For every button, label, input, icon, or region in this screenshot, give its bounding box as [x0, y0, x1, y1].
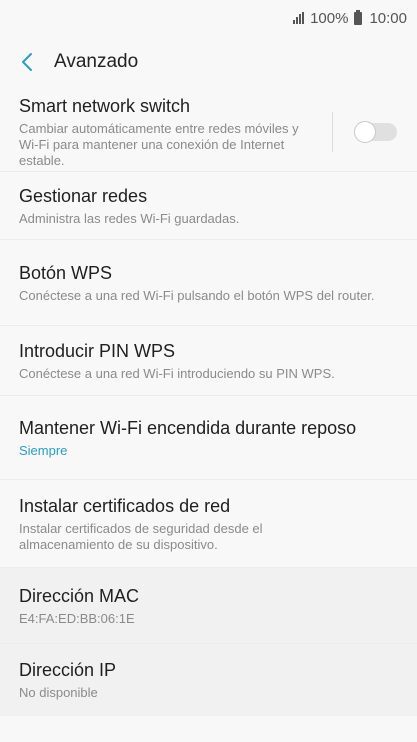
app-bar: Avanzado — [0, 36, 417, 88]
setting-direccion-ip: Dirección IP No disponible — [0, 644, 417, 716]
setting-text: Dirección MAC E4:FA:ED:BB:06:1E — [19, 585, 397, 627]
ip-address-value: No disponible — [19, 685, 98, 700]
toggle-wrap — [322, 111, 397, 152]
setting-text: Gestionar redes Administra las redes Wi-… — [19, 185, 397, 227]
setting-subtitle: Cambiar automáticamente entre redes móvi… — [19, 120, 299, 168]
setting-gestionar-redes[interactable]: Gestionar redes Administra las redes Wi-… — [0, 172, 417, 240]
page-title: Avanzado — [54, 51, 139, 72]
setting-text: Botón WPS Conéctese a una red Wi-Fi puls… — [19, 262, 397, 304]
setting-subtitle: Conéctese a una red Wi-Fi pulsando el bo… — [19, 287, 375, 303]
battery-percent: 100% — [310, 9, 349, 27]
battery-icon — [354, 9, 363, 25]
toggle-knob — [354, 120, 376, 143]
status-bar: 100% 10:00 — [0, 0, 417, 36]
setting-text: Dirección IP No disponible — [19, 659, 397, 701]
setting-instalar-certificados[interactable]: Instalar certificados de red Instalar ce… — [0, 480, 417, 568]
back-icon[interactable] — [16, 51, 38, 73]
setting-value: Siempre — [19, 442, 68, 458]
setting-title: Smart network switch — [19, 95, 191, 116]
setting-text: Smart network switch Cambiar automáticam… — [19, 95, 322, 169]
setting-text: Mantener Wi-Fi encendida durante reposo … — [19, 417, 397, 459]
setting-introducir-pin-wps[interactable]: Introducir PIN WPS Conéctese a una red W… — [0, 326, 417, 396]
setting-boton-wps[interactable]: Botón WPS Conéctese a una red Wi-Fi puls… — [0, 240, 417, 326]
setting-text: Instalar certificados de red Instalar ce… — [19, 495, 397, 553]
setting-title: Gestionar redes — [19, 185, 148, 206]
setting-title: Dirección IP — [19, 660, 117, 680]
setting-title: Introducir PIN WPS — [19, 340, 176, 361]
settings-list: Smart network switch Cambiar automáticam… — [0, 92, 417, 716]
setting-subtitle: Administra las redes Wi-Fi guardadas. — [19, 210, 240, 226]
setting-subtitle: Conéctese a una red Wi-Fi introduciendo … — [19, 365, 335, 381]
status-time: 10:00 — [369, 9, 407, 27]
setting-text: Introducir PIN WPS Conéctese a una red W… — [19, 340, 397, 382]
screen: 100% 10:00 Avanzado Smart network switch… — [0, 0, 417, 742]
setting-title: Dirección MAC — [19, 585, 140, 606]
mac-address-value: E4:FA:ED:BB:06:1E — [19, 610, 135, 626]
setting-title: Mantener Wi-Fi encendida durante reposo — [19, 417, 357, 438]
setting-title: Botón WPS — [19, 262, 113, 283]
setting-subtitle: Instalar certificados de seguridad desde… — [19, 520, 263, 552]
vertical-divider — [332, 111, 333, 152]
setting-title: Instalar certificados de red — [19, 495, 231, 516]
signal-icon — [293, 12, 305, 24]
setting-direccion-mac: Dirección MAC E4:FA:ED:BB:06:1E — [0, 568, 417, 644]
setting-smart-network-switch[interactable]: Smart network switch Cambiar automáticam… — [0, 92, 417, 172]
smart-network-switch-toggle[interactable] — [354, 120, 397, 143]
setting-mantener-wifi[interactable]: Mantener Wi-Fi encendida durante reposo … — [0, 396, 417, 480]
